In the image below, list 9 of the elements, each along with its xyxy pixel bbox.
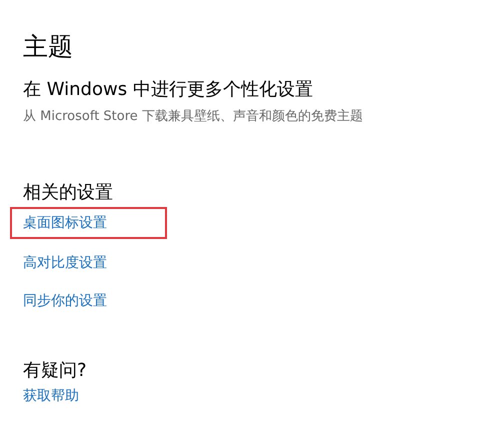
- help-link[interactable]: 获取帮助: [23, 387, 79, 405]
- page-title: 主题: [23, 31, 73, 63]
- section-heading: 在 Windows 中进行更多个性化设置: [23, 78, 313, 102]
- settings-link[interactable]: 同步你的设置: [23, 292, 107, 310]
- section-heading: 有疑问?: [23, 359, 87, 383]
- section-heading: 相关的设置: [23, 181, 113, 205]
- section-description: 从 Microsoft Store 下载兼具壁纸、声音和颜色的免费主题: [23, 108, 363, 125]
- settings-link[interactable]: 高对比度设置: [23, 254, 107, 272]
- settings-link[interactable]: 桌面图标设置: [23, 214, 107, 232]
